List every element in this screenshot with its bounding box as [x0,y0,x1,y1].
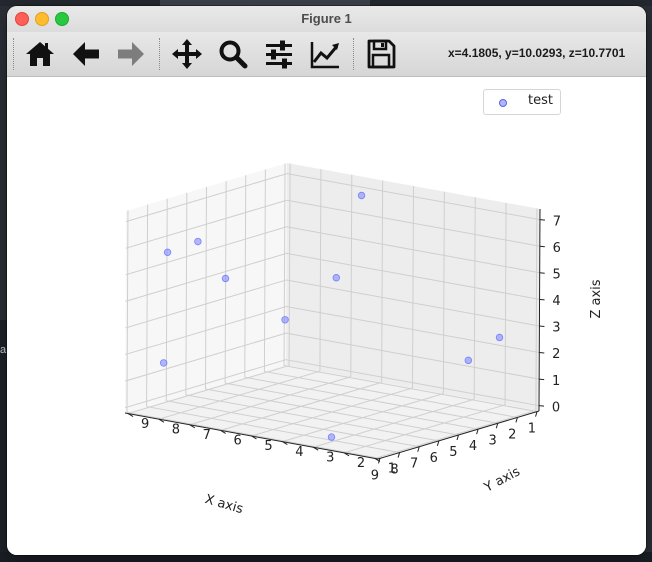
y-tick-label: 9 [141,417,149,432]
z-axis-label: Z axis [589,279,604,318]
x-tick-label: 9 [371,468,379,483]
z-tick-label: 5 [553,267,561,282]
y-tick-label: 7 [203,428,211,443]
x-tick-label: 5 [449,445,457,460]
scatter-point [159,359,168,367]
navigation-toolbar: x=4.1805, y=10.0293, z=10.7701 [7,32,646,77]
z-tick-mark [539,378,545,381]
forward-button[interactable] [114,37,148,71]
move-icon [172,39,202,69]
figure-window: Figure 1 x=4.1805, y=10.0293, z=10.7701 … [7,6,646,555]
y-tick-label: 8 [172,422,180,437]
home-icon [26,42,54,66]
toolbar-separator [159,38,160,70]
x-tick-label: 7 [410,457,418,472]
arrow-left-icon [73,42,99,66]
edit-axis-button[interactable] [308,37,342,71]
x-tick-label: 2 [508,427,516,442]
save-button[interactable] [364,37,398,71]
floppy-disk-icon [367,39,396,69]
z-tick-label: 1 [552,374,560,389]
x-axis-label: X axis [203,492,245,517]
magnifier-icon [219,40,248,69]
z-tick-label: 0 [552,400,560,415]
z-tick-mark [539,245,545,248]
window-title: Figure 1 [301,11,352,26]
x-tick-label: 6 [430,451,438,466]
z-tick-mark [539,298,545,301]
y-tick-label: 6 [234,434,242,449]
z-tick-label: 4 [552,294,560,309]
title-bar[interactable]: Figure 1 [7,6,646,32]
line-chart-icon [310,42,339,69]
scatter-point [357,191,366,200]
3d-scatter-plot[interactable]: 123456789 12345678901234567 X axis Y axis… [7,77,646,555]
figure-canvas[interactable]: 12345678912345678901234567 X axis Y axis… [7,77,646,555]
z-tick-label: 6 [553,241,561,256]
scatter-point [163,248,172,257]
y-tick-label: 1 [388,462,396,477]
y-tick-label: 3 [326,450,334,465]
zoom-button[interactable] [216,37,250,71]
y-tick-label: 2 [357,456,365,471]
sliders-icon [266,40,292,69]
home-button[interactable] [23,37,57,71]
y-tick-label: 4 [295,445,303,460]
y-axis-label: Y axis [481,464,523,496]
scatter-point [221,274,230,283]
scatter-point [332,274,340,282]
cursor-coordinates-readout: x=4.1805, y=10.0293, z=10.7701 [448,46,626,60]
pan-button[interactable] [170,37,204,71]
toolbar-separator [353,38,354,70]
z-tick-mark [539,219,545,221]
back-button[interactable] [69,37,103,71]
z-tick-mark [539,325,545,327]
arrow-right-icon [118,42,144,66]
legend-label: test [528,93,553,108]
scatter-point [281,316,289,324]
z-tick-mark [538,405,545,407]
z-tick-mark [539,272,545,274]
scatter-point [194,237,202,246]
legend-marker [499,99,507,107]
x-tick-label: 1 [528,422,536,437]
scatter-point [495,333,504,342]
x-tick-label: 4 [469,439,477,454]
legend: test [483,89,561,115]
z-tick-mark [539,352,545,354]
scatter-point [464,356,473,365]
z-tick-label: 7 [553,214,561,229]
configure-subplots-button[interactable] [262,37,296,71]
z-tick-label: 2 [552,347,560,362]
desktop-left-text: a [0,344,7,356]
scatter-point [327,433,336,441]
y-tick-label: 5 [264,439,272,454]
z-tick-label: 3 [552,321,560,336]
toolbar-grip [13,38,14,70]
x-tick-label: 3 [489,433,497,448]
